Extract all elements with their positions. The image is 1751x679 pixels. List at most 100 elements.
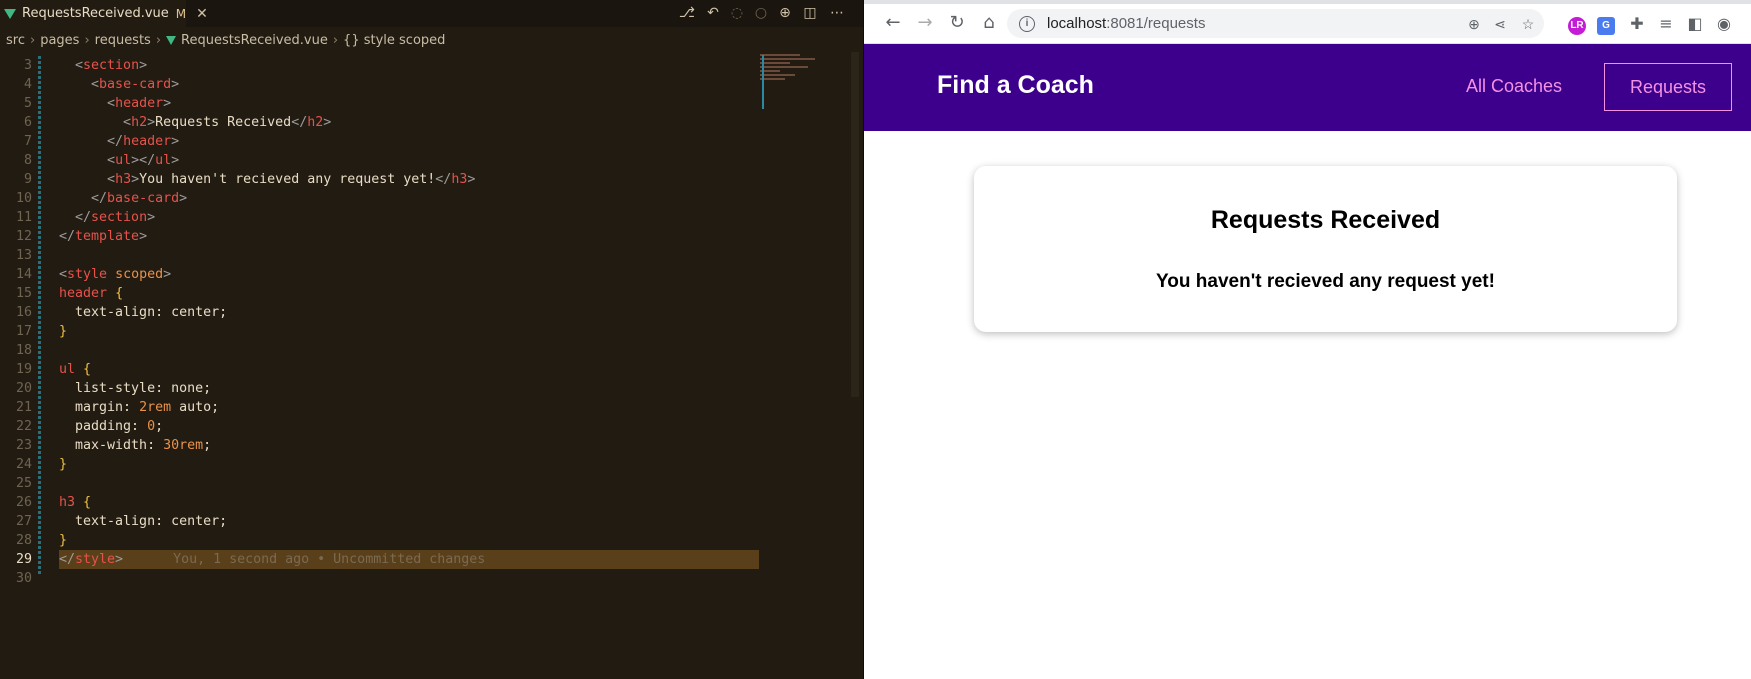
code-line: 18 [0,341,760,360]
code-line: 3 <section> [0,56,760,75]
line-number: 23 [15,438,32,453]
line-number: 7 [23,134,32,149]
breadcrumb-requests[interactable]: requests [95,33,151,48]
css-declaration: list-style: none; [75,381,212,396]
code-line: 4 <base-card> [0,75,760,94]
code-token: h3 [451,172,468,187]
css-declaration: text-align: center; [75,514,228,529]
close-tab-icon[interactable]: ✕ [196,6,208,22]
line-number: 11 [15,210,32,225]
code-line: 11 </section> [0,208,760,227]
breadcrumb-file[interactable]: RequestsReceived.vue [181,33,328,48]
zoom-icon[interactable]: ⊕ [1466,16,1482,32]
code-line: 21 margin: 2rem auto; [0,398,760,417]
code-token: style [75,552,116,567]
line-number: 18 [15,343,32,358]
line-number: 29 [15,552,32,567]
brand-link[interactable]: Find a Coach [937,71,1094,100]
line-number: 25 [15,476,32,491]
code-token: ul [155,153,172,168]
minimap[interactable] [760,52,855,112]
breadcrumb-src[interactable]: src [6,33,25,48]
reload-icon[interactable]: ↻ [946,12,968,34]
site-info-icon[interactable]: i [1019,15,1035,32]
minimap-slider[interactable] [762,55,764,109]
line-number: 13 [15,248,32,263]
extensions-puzzle-icon[interactable]: ✚ [1626,13,1648,35]
address-bar[interactable]: i localhost :8081/requests ⊕ ⋖ ☆ [1007,9,1544,38]
browser-window: ← → ↻ ⌂ i localhost :8081/requests ⊕ ⋖ ☆… [864,0,1751,679]
previous-change-icon[interactable]: ◌ [728,4,746,22]
extension-translate-icon[interactable]: G [1597,17,1615,35]
code-line: 27 text-align: center; [0,512,760,531]
code-line: 30 [0,569,760,588]
tab-requests-received[interactable]: RequestsReceived.vue M ✕ [0,0,208,27]
code-line: 17} [0,322,760,341]
code-line: 19 ul { [0,360,760,379]
breadcrumb-pages[interactable]: pages [40,33,79,48]
css-value: 0 [147,419,156,434]
line-number: 4 [23,77,32,92]
modified-badge: M [175,6,187,21]
line-number: 21 [15,400,32,415]
next-change-icon[interactable]: ○ [752,4,770,22]
line-number: 24 [15,457,32,472]
browser-toolbar: ← → ↻ ⌂ i localhost :8081/requests ⊕ ⋖ ☆… [864,4,1751,44]
url-path: :8081/requests [1106,15,1206,32]
line-number: 14 [15,267,32,282]
line-number: 9 [23,172,32,187]
side-panel-icon[interactable]: ◧ [1684,13,1706,35]
code-text: You haven't recieved any request yet! [139,172,436,187]
app-header: Find a Coach All Coaches Requests [864,44,1751,131]
bookmark-star-icon[interactable]: ☆ [1520,16,1536,32]
git-graph-icon[interactable]: ⊕ [776,4,794,22]
code-token: style [67,267,108,282]
code-token: h2 [131,115,148,130]
css-value: 2rem [139,400,172,415]
code-token: h2 [307,115,324,130]
line-number: 20 [15,381,32,396]
home-icon[interactable]: ⌂ [978,12,1000,34]
line-number: 27 [15,514,32,529]
line-number: 17 [15,324,32,339]
editor-scrollbar[interactable] [851,52,859,397]
source-control-icon[interactable]: ⎇ [678,4,696,22]
code-text: Requests Received [155,115,292,130]
forward-arrow-icon[interactable]: → [914,12,936,34]
code-line: 26 h3 { [0,493,760,512]
profile-icon[interactable]: ◉ [1713,13,1735,35]
line-number: 12 [15,229,32,244]
code-token: header [115,96,164,111]
tab-filename: RequestsReceived.vue [22,6,169,21]
back-arrow-icon[interactable]: ← [882,12,904,34]
css-value: 30rem [163,438,204,453]
requests-card: Requests Received You haven't recieved a… [974,166,1677,332]
share-icon[interactable]: ⋖ [1492,16,1508,32]
code-line: 25 [0,474,760,493]
line-number: 30 [15,571,32,586]
code-line: 14 <style scoped> [0,265,760,284]
line-number: 3 [23,58,32,73]
line-number: 26 [15,495,32,510]
extension-lr-icon[interactable]: LR [1568,17,1586,35]
code-line: 28} [0,531,760,550]
breadcrumb-symbol[interactable]: {} style scoped [343,33,445,48]
line-number: 5 [23,96,32,111]
code-line: 20 list-style: none; [0,379,760,398]
line-number: 10 [15,191,32,206]
code-token: header [123,134,172,149]
vue-file-icon [166,35,177,45]
code-line: 8 <ul></ul> [0,151,760,170]
nav-requests[interactable]: Requests [1604,63,1732,111]
editor-tab-bar: RequestsReceived.vue M ✕ ⎇ ↶ ◌ ○ ⊕ ◫ ⋯ [0,0,864,27]
code-token: base-card [107,191,180,206]
line-number: 16 [15,305,32,320]
line-number: 22 [15,419,32,434]
git-blame-annotation: You, 1 second ago • Uncommitted changes [173,552,486,567]
code-area[interactable]: 3 <section> 4 <base-card> 5 <header> 6 <… [0,56,760,588]
split-editor-icon[interactable]: ◫ [801,4,819,22]
open-changes-icon[interactable]: ↶ [704,4,722,22]
reading-list-icon[interactable]: ≡ [1655,13,1677,35]
more-actions-icon[interactable]: ⋯ [828,4,846,22]
nav-all-coaches[interactable]: All Coaches [1466,76,1562,97]
